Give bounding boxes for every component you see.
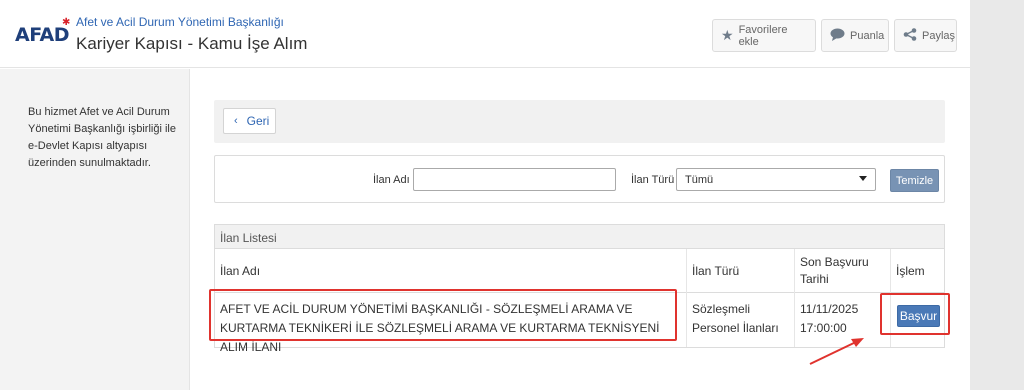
column-header-name[interactable]: İlan Adı [215,249,687,293]
table-header: İlan Adı İlan Türü Son Başvuru Tarihi İş… [215,249,944,293]
back-label: Geri [246,114,270,128]
name-filter-input[interactable] [413,168,616,191]
annotation-arrow-icon [809,338,864,365]
share-icon [903,27,917,44]
back-button[interactable]: ‹ Geri [223,108,276,134]
share-button[interactable]: Paylaş [894,19,957,52]
afad-logo[interactable]: AFAD [15,24,69,46]
filter-box: İlan Adı İlan Türü Tümü Temizle [214,155,945,203]
service-title: Kariyer Kapısı - Kamu İşe Alım [76,34,308,53]
listing-type-cell: Sözleşmeli Personel İlanları [687,293,795,347]
speech-bubble-icon [830,28,845,44]
column-header-action: İşlem [896,264,925,278]
chevron-left-icon: ‹ [234,115,238,127]
sidebar: Bu hizmet Afet ve Acil Durum Yönetimi Ba… [0,69,190,390]
listing-title: İlan Listesi [215,225,944,249]
type-filter-select[interactable]: Tümü [676,168,876,191]
rate-label: Puanla [850,29,885,42]
clear-button[interactable]: Temizle [890,169,939,192]
type-filter-label: İlan Türü [631,174,675,186]
share-label: Paylaş [922,29,956,42]
page: AFAD ✱ Afet ve Acil Durum Yönetimi Başka… [0,0,970,390]
header: AFAD ✱ Afet ve Acil Durum Yönetimi Başka… [0,0,970,68]
right-margin [970,0,1024,390]
highlight-apply-button [880,293,950,335]
service-info-text: Bu hizmet Afet ve Acil Durum Yönetimi Ba… [28,106,176,169]
rate-button[interactable]: Puanla [821,19,889,52]
type-filter-value: Tümü [685,173,714,186]
institution-name[interactable]: Afet ve Acil Durum Yönetimi Başkanlığı [76,15,284,29]
caret-down-icon [859,176,867,181]
logo-star-icon: ✱ [62,17,71,28]
star-icon: ★ [721,27,734,43]
name-filter-label: İlan Adı [373,174,410,186]
back-bar: ‹ Geri [214,100,945,143]
column-header-type[interactable]: İlan Türü [687,249,795,293]
favorite-label: Favorilere ekle [738,23,788,48]
column-header-deadline[interactable]: Son Başvuru Tarihi [795,249,891,293]
highlight-listing-name [209,289,677,341]
favorite-button[interactable]: ★ Favorilere ekle [712,19,816,52]
